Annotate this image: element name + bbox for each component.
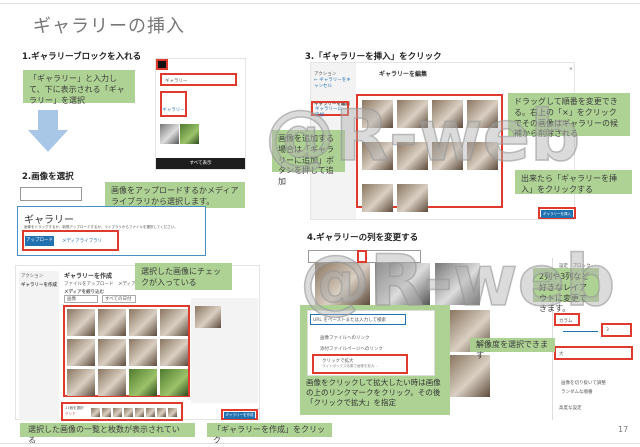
cancel-gallery-link[interactable]: ← ギャラリーをキャンセル — [314, 77, 353, 89]
gallery-thumbnail[interactable] — [432, 142, 463, 170]
selected-thumbnail[interactable] — [124, 408, 133, 417]
callout-drag: ドラッグして順番を変更できる。右上の「×」をクリックでその画像はギャラリーの候補… — [508, 93, 630, 138]
gallery-edit-grid[interactable] — [356, 94, 503, 212]
browse-all-button[interactable]: すべて表示 — [156, 158, 245, 169]
edit-gallery-modal: アクション ← ギャラリーをキャンセル ギャラリーを編集 ギャラリーに追加 ギャ… — [310, 62, 575, 220]
modal-title: ギャラリーを作成 — [64, 273, 113, 280]
gallery-thumbnail[interactable] — [67, 309, 95, 336]
clear-link[interactable]: クリア — [65, 412, 76, 417]
callout-insert: 出来たら「ギャラリーを挿入」をクリックする — [515, 170, 632, 194]
gallery-thumbnail[interactable] — [362, 142, 393, 170]
add-block-icon[interactable] — [156, 59, 168, 70]
callout-checked: 選択した画像にチェックが入っている — [135, 263, 232, 290]
down-arrow-icon — [28, 110, 68, 152]
selected-thumbnail[interactable] — [102, 408, 111, 417]
selected-thumbnail[interactable] — [135, 408, 144, 417]
selected-thumbnail[interactable] — [113, 408, 122, 417]
callout-selection-list: 選択した画像の一覧と枚数が表示されている — [20, 423, 195, 445]
gallery-thumbnail[interactable] — [160, 339, 188, 366]
block-toolbar[interactable] — [20, 187, 82, 201]
sidebar-actions: アクション — [21, 274, 44, 279]
gallery-thumbnail[interactable] — [467, 142, 498, 170]
link-popover: URL をペーストまたは入力して検索 画像ファイルへのリンク 添付ファイルページ… — [307, 310, 435, 376]
step1-heading: 1.ギャラリーブロックを入れる — [22, 52, 142, 62]
gallery-thumbnail[interactable] — [362, 100, 393, 128]
attachment-details — [191, 298, 258, 403]
callout-link: 画像をクリックして拡大したい時は画像の上のリンクマークをクリック。その後「クリッ… — [306, 378, 441, 408]
selected-thumbnail[interactable] — [146, 408, 155, 417]
gallery-thumbnail[interactable] — [467, 100, 498, 128]
callout-columns: 2列や3列など好きなレイアウトに変更できます。 — [533, 268, 599, 313]
gallery-thumbnail[interactable] — [397, 184, 428, 212]
filter-select[interactable]: 画像 — [64, 295, 98, 303]
resolution-select[interactable]: 大 — [554, 346, 633, 360]
callout-resolution: 解像度を選択できます — [470, 338, 555, 360]
media-grid[interactable] — [63, 305, 190, 397]
callout-create: 「ギャラリーを作成」をクリック — [207, 423, 332, 445]
link-icon[interactable] — [357, 250, 367, 263]
gallery-thumbnail[interactable] — [98, 339, 126, 366]
selected-thumbnail[interactable] — [157, 408, 166, 417]
block-search-input[interactable]: ギャラリー — [160, 73, 237, 86]
gallery-thumbnail[interactable] — [432, 100, 463, 128]
expand-desc: ライトボックス効果で画像を拡大... — [322, 364, 378, 368]
link-option-attachment-page[interactable]: 添付ファイルページへのリンク — [320, 346, 383, 352]
columns-input[interactable]: 3 — [601, 323, 632, 337]
gallery-thumbnail[interactable] — [67, 339, 95, 366]
random-toggle[interactable]: ランダムな順番 — [561, 389, 593, 395]
block-inserter: ギャラリー ギャラリー すべて表示 — [155, 58, 246, 170]
gallery-thumbnail[interactable] — [98, 309, 126, 336]
link-option-expand[interactable]: クリックで拡大 ライトボックス効果で画像を拡大... — [312, 354, 408, 374]
top-rule — [0, 3, 640, 4]
gallery-thumbnail[interactable] — [397, 100, 428, 128]
link-url-input[interactable]: URL をペーストまたは入力して検索 — [310, 314, 406, 325]
gallery-thumbnail[interactable] — [98, 369, 126, 396]
gallery-block-title: ギャラリー — [24, 215, 74, 226]
gallery-thumbnail[interactable] — [362, 184, 393, 212]
gallery-thumbnail[interactable] — [160, 309, 188, 336]
gallery-toolbar[interactable] — [308, 250, 421, 263]
media-library-link[interactable]: メディアライブラリ — [62, 238, 102, 244]
callout-add: 画像を追加する場合は「ギャラリーに追加」ボタンを押して追加 — [272, 130, 345, 186]
insert-gallery-button[interactable]: ギャラリーを挿入 — [541, 210, 573, 218]
close-icon[interactable]: × — [569, 67, 573, 72]
columns-slider[interactable] — [563, 331, 598, 332]
gallery-thumbnail[interactable] — [129, 369, 157, 396]
create-gallery-button[interactable]: ギャラリーを作成 — [224, 412, 255, 419]
modal-title: ギャラリーを編集 — [379, 71, 428, 78]
advanced-section[interactable]: 高度な設定 — [559, 405, 582, 411]
crop-toggle[interactable]: 画像を切り抜いて調整 — [561, 380, 606, 386]
callout-step1: 「ギャラリー」と入力して、下に表示される「ギャラリー」を選択 — [23, 70, 135, 105]
step4-heading: 4.ギャラリーの列を変更する — [307, 233, 419, 243]
insert-highlight: ギャラリーを挿入 — [538, 207, 576, 219]
add-to-gallery-link[interactable]: ギャラリーに追加 — [311, 101, 349, 118]
selected-count: 11個を選択 — [65, 406, 84, 410]
page-number: 17 — [618, 425, 629, 434]
gallery-block-option[interactable]: ギャラリー — [160, 91, 187, 117]
gallery-thumbnail[interactable] — [160, 369, 188, 396]
upload-button[interactable]: アップロード — [25, 236, 54, 246]
gallery-thumbnail[interactable] — [129, 309, 157, 336]
sidebar-create-gallery[interactable]: ギャラリーを作成 — [21, 282, 57, 288]
gallery-thumbnail[interactable] — [67, 369, 95, 396]
gallery-thumbnail[interactable] — [129, 339, 157, 366]
tab-upload[interactable]: ファイルをアップロード — [64, 282, 114, 287]
create-gallery-highlight: ギャラリーを作成 — [221, 409, 258, 420]
gallery-thumbnail[interactable] — [397, 142, 428, 170]
gallery-placeholder-block: ギャラリー 画像をドラッグするか、新規アップロードするか、ライブラリからファイル… — [17, 206, 206, 256]
selected-thumbnail[interactable] — [168, 408, 177, 417]
date-select[interactable]: すべての日付 — [102, 295, 136, 303]
link-option-media-file[interactable]: 画像ファイルへのリンク — [320, 335, 370, 341]
page-title: ギャラリーの挿入 — [33, 16, 185, 37]
selected-thumbnail[interactable] — [91, 408, 100, 417]
bottom-rule — [0, 443, 640, 444]
step2-heading: 2.画像を選択 — [22, 172, 74, 182]
selection-bar: 11個を選択 クリア — [61, 402, 183, 421]
step3-heading: 3.「ギャラリーを挿入」をクリック — [305, 52, 442, 62]
callout-step2: 画像をアップロードするかメディアライブラリから選択します。 — [105, 182, 245, 208]
